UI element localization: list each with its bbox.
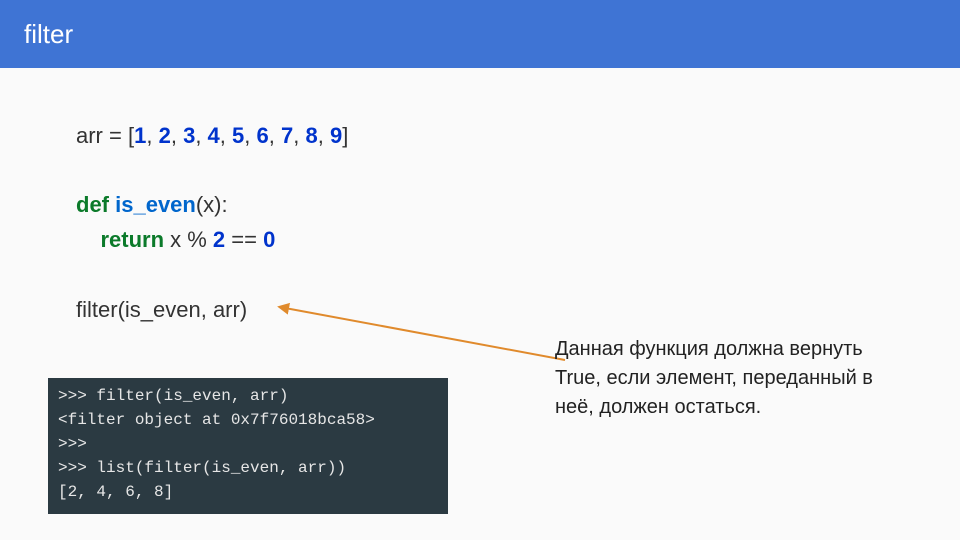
num-two: 2 (213, 227, 225, 252)
num: 4 (208, 123, 220, 148)
num: 1 (134, 123, 146, 148)
var-name: arr (76, 123, 103, 148)
num-zero: 0 (263, 227, 275, 252)
num: 6 (257, 123, 269, 148)
comma: , (244, 123, 256, 148)
func-sig: (x): (196, 192, 228, 217)
comma: , (220, 123, 232, 148)
eq: = (103, 123, 128, 148)
code-block: arr = [1, 2, 3, 4, 5, 6, 7, 8, 9] def is… (76, 118, 890, 327)
comma: , (293, 123, 305, 148)
call-fn: filter (76, 297, 118, 322)
kw-def: def (76, 192, 109, 217)
term-line: >>> (58, 432, 438, 456)
comma: , (171, 123, 183, 148)
num: 9 (330, 123, 342, 148)
term-line: <filter object at 0x7f76018bca58> (58, 408, 438, 432)
term-line: >>> filter(is_even, arr) (58, 384, 438, 408)
comma: , (269, 123, 281, 148)
op-eqeq: == (225, 227, 263, 252)
comma: , (146, 123, 158, 148)
slide-title: filter (24, 19, 73, 50)
indent (76, 227, 100, 252)
call-args: (is_even, arr) (118, 297, 248, 322)
expr-body: x % (164, 227, 213, 252)
term-line: [2, 4, 6, 8] (58, 480, 438, 504)
code-line-def: def is_even(x): (76, 187, 890, 222)
terminal-output: >>> filter(is_even, arr) <filter object … (48, 378, 448, 514)
num: 2 (159, 123, 171, 148)
code-line-call: filter(is_even, arr) (76, 292, 890, 327)
code-line-return: return x % 2 == 0 (76, 222, 890, 257)
num: 3 (183, 123, 195, 148)
slide-header: filter (0, 0, 960, 68)
rbracket: ] (342, 123, 348, 148)
term-line: >>> list(filter(is_even, arr)) (58, 456, 438, 480)
num: 7 (281, 123, 293, 148)
comma: , (195, 123, 207, 148)
slide-content: arr = [1, 2, 3, 4, 5, 6, 7, 8, 9] def is… (0, 68, 960, 327)
annotation-text: Данная функция должна вернуть True, если… (555, 335, 895, 422)
comma: , (318, 123, 330, 148)
num: 5 (232, 123, 244, 148)
code-line-arr: arr = [1, 2, 3, 4, 5, 6, 7, 8, 9] (76, 118, 890, 153)
num: 8 (305, 123, 317, 148)
func-name: is_even (115, 192, 196, 217)
kw-return: return (100, 227, 164, 252)
